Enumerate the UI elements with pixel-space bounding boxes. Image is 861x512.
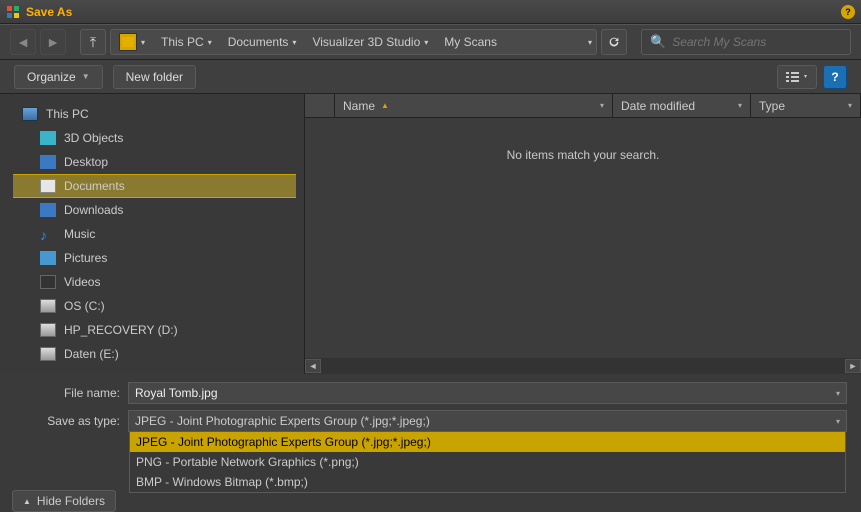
save-type-label: Save as type: — [14, 414, 128, 428]
chevron-down-icon[interactable]: ▾ — [836, 389, 840, 398]
search-icon: 🔍 — [650, 34, 666, 50]
file-name-label: File name: — [14, 386, 128, 400]
organize-button[interactable]: Organize▼ — [14, 65, 103, 89]
breadcrumb-history-drop[interactable]: ▾ — [580, 30, 596, 54]
sidebar-item-downloads[interactable]: Downloads — [0, 198, 304, 222]
sidebar-item-pictures[interactable]: Pictures — [0, 246, 304, 270]
breadcrumb-label: My Scans — [444, 35, 497, 49]
save-type-option[interactable]: JPEG - Joint Photographic Experts Group … — [130, 432, 845, 452]
file-name-input[interactable] — [135, 386, 836, 400]
breadcrumb-label: Documents — [228, 35, 289, 49]
scroll-left-button[interactable]: ◄ — [305, 359, 321, 373]
toolbar: Organize▼ New folder ? — [0, 60, 861, 94]
desk-icon — [40, 155, 56, 169]
new-folder-label: New folder — [126, 70, 183, 84]
sidebar-item-label: OS (C:) — [64, 299, 105, 313]
sidebar-item-videos[interactable]: Videos — [0, 270, 304, 294]
view-options-button[interactable] — [777, 65, 817, 89]
chevron-down-icon[interactable]: ▾ — [836, 417, 840, 426]
pic-icon — [40, 251, 56, 265]
sidebar-item-label: 3D Objects — [64, 131, 123, 145]
drive-icon — [40, 323, 56, 337]
sidebar-item-hp-recovery-d-[interactable]: HP_RECOVERY (D:) — [0, 318, 304, 342]
breadcrumb-label: This PC — [161, 35, 204, 49]
file-name-field[interactable]: ▾ — [128, 382, 847, 404]
column-header-name[interactable]: Name▲▾ — [335, 94, 613, 117]
column-spacer — [305, 94, 335, 117]
save-form: File name: ▾ Save as type: JPEG - Joint … — [0, 374, 861, 442]
hide-folders-label: Hide Folders — [37, 494, 105, 508]
sidebar-item-daten-e-[interactable]: Daten (E:) — [0, 342, 304, 366]
sidebar-item-label: Documents — [64, 179, 125, 193]
save-type-option[interactable]: PNG - Portable Network Graphics (*.png;) — [130, 452, 845, 472]
drive-icon — [40, 299, 56, 313]
sidebar-item-label: Daten (E:) — [64, 347, 119, 361]
hide-folders-button[interactable]: ▲ Hide Folders — [12, 490, 116, 512]
breadcrumb-item[interactable]: Documents▾ — [220, 30, 305, 54]
title-bar: Save As ? — [0, 0, 861, 24]
help-button[interactable]: ? — [823, 65, 847, 89]
save-type-field[interactable]: JPEG - Joint Photographic Experts Group … — [128, 410, 847, 432]
nav-forward-button[interactable]: ► — [40, 29, 66, 55]
nav-bar: ◄ ► ⤒ ▾ This PC▾ Documents▾ Visualizer 3… — [0, 24, 861, 60]
horizontal-scrollbar[interactable]: ◄ ► — [305, 358, 861, 374]
sort-indicator-icon: ▲ — [381, 101, 389, 110]
save-type-option[interactable]: BMP - Windows Bitmap (*.bmp;) — [130, 472, 845, 492]
sidebar-root-label: This PC — [46, 107, 89, 121]
column-header-date-modified[interactable]: Date modified▾ — [613, 94, 751, 117]
sidebar-item-3d-objects[interactable]: 3D Objects — [0, 126, 304, 150]
new-folder-button[interactable]: New folder — [113, 65, 196, 89]
refresh-button[interactable] — [601, 29, 627, 55]
breadcrumb[interactable]: ▾ This PC▾ Documents▾ Visualizer 3D Stud… — [110, 29, 597, 55]
pc-icon — [22, 107, 38, 121]
file-list-panel: Name▲▾ Date modified▾ Type▾ No items mat… — [305, 94, 861, 374]
sidebar-item-music[interactable]: ♪ Music — [0, 222, 304, 246]
music-icon: ♪ — [40, 227, 56, 241]
3d-icon — [40, 131, 56, 145]
empty-list-message: No items match your search. — [305, 118, 861, 358]
window-title: Save As — [26, 5, 72, 19]
save-type-value: JPEG - Joint Photographic Experts Group … — [135, 414, 836, 428]
breadcrumb-label: Visualizer 3D Studio — [312, 35, 420, 49]
column-header-type[interactable]: Type▾ — [751, 94, 861, 117]
organize-label: Organize — [27, 70, 76, 84]
sidebar-item-label: Downloads — [64, 203, 123, 217]
sidebar-item-label: Desktop — [64, 155, 108, 169]
nav-back-button[interactable]: ◄ — [10, 29, 36, 55]
column-headers: Name▲▾ Date modified▾ Type▾ — [305, 94, 861, 118]
vid-icon — [40, 275, 56, 289]
sidebar-root[interactable]: This PC — [0, 102, 304, 126]
breadcrumb-item[interactable]: This PC▾ — [153, 30, 220, 54]
help-hint-icon[interactable]: ? — [841, 5, 855, 19]
breadcrumb-item[interactable]: Visualizer 3D Studio▾ — [304, 30, 436, 54]
breadcrumb-item[interactable]: My Scans — [436, 30, 505, 54]
sidebar-item-label: Music — [64, 227, 95, 241]
triangle-up-icon: ▲ — [23, 497, 31, 506]
search-field[interactable] — [672, 35, 842, 49]
nav-up-button[interactable]: ⤒ — [80, 29, 106, 55]
breadcrumb-root-icon[interactable]: ▾ — [111, 30, 153, 54]
sidebar-item-documents[interactable]: Documents — [13, 174, 296, 198]
sidebar: This PC 3D Objects Desktop Documents Downlo… — [0, 94, 305, 374]
save-type-dropdown: JPEG - Joint Photographic Experts Group … — [129, 432, 846, 493]
search-input[interactable]: 🔍 — [641, 29, 851, 55]
dl-icon — [40, 203, 56, 217]
sidebar-item-label: Pictures — [64, 251, 107, 265]
sidebar-item-os-c-[interactable]: OS (C:) — [0, 294, 304, 318]
sidebar-item-label: Videos — [64, 275, 100, 289]
drive-icon — [40, 347, 56, 361]
scroll-right-button[interactable]: ► — [845, 359, 861, 373]
doc-icon — [40, 179, 56, 193]
sidebar-item-label: HP_RECOVERY (D:) — [64, 323, 178, 337]
app-icon — [6, 5, 20, 19]
sidebar-item-desktop[interactable]: Desktop — [0, 150, 304, 174]
